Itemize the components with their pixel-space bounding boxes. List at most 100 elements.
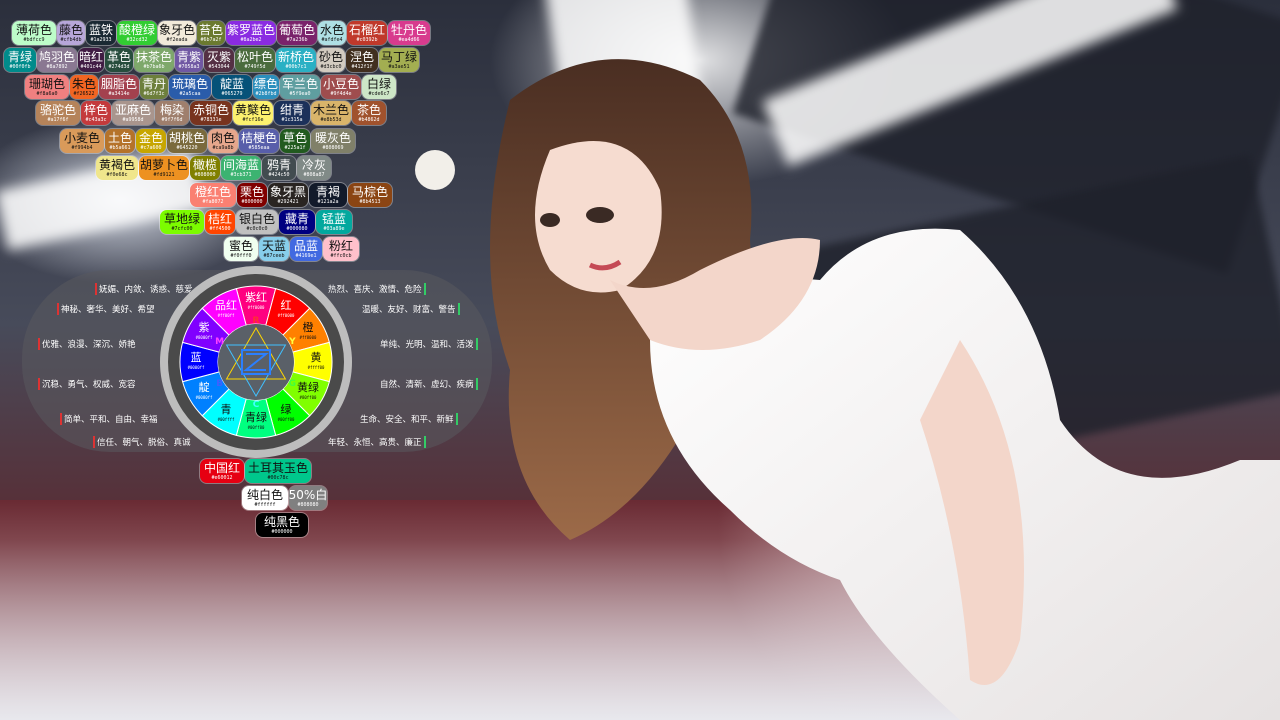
- wheel-label: 紫: [199, 321, 210, 334]
- swatch-name: 梅染: [159, 103, 184, 117]
- swatch-name: 葡萄色: [279, 23, 316, 37]
- swatch-39: 绀青 #1c315a: [274, 101, 310, 125]
- swatch-29: 缥色 #2b8fbd: [253, 75, 279, 99]
- swatch-hex: #7058a3: [178, 64, 200, 70]
- swatch-hex: #ca9a8b: [212, 145, 234, 151]
- swatch-hex: #f0fff0: [230, 253, 252, 259]
- swatch-68: 品蓝 #4169e1: [290, 237, 322, 261]
- swatch-name: 松叶色: [237, 50, 274, 64]
- keyword-left: 简单、平和、自由、幸福: [60, 413, 158, 425]
- swatch-name: 草色: [283, 131, 308, 145]
- swatch-name: 胡萝卜色: [140, 158, 189, 172]
- swatch-hex: #32cd32: [126, 37, 148, 43]
- swatch-name: 藤色: [59, 23, 84, 37]
- swatch-23: 珊瑚色 #f8a6a0: [25, 75, 69, 99]
- swatch-0: 薄荷色 #bdfcc9: [12, 21, 56, 45]
- swatch-9: 石榴红 #c0392b: [347, 21, 387, 45]
- swatch-hex: #b4862d: [358, 117, 380, 123]
- swatch-name: 珊瑚色: [28, 77, 65, 91]
- swatch-20: 砂色 #d3cbc0: [317, 48, 345, 72]
- swatch-name: 马丁绿: [381, 50, 418, 64]
- swatch-name: 黄櫱色: [235, 103, 272, 117]
- swatch-name: 象牙黑: [270, 185, 307, 199]
- swatch-hex: #121a2a: [317, 199, 339, 205]
- swatch-hex: #d3cbc0: [320, 64, 342, 70]
- swatch-hex: #f26522: [73, 91, 95, 97]
- swatch-hex: #8a7892: [46, 64, 68, 70]
- swatch-name: 薄荷色: [15, 23, 52, 37]
- swatch-26: 青丹 #6d7f3c: [140, 75, 168, 99]
- keyword-right: 单纯、光明、温和、活泼: [380, 338, 478, 350]
- wheel-label: 绿: [281, 402, 292, 416]
- swatch-48: 草色 #225a1f: [280, 129, 310, 153]
- swatch-8: 水色 #afdfe4: [318, 21, 346, 45]
- wheel-hex: #ffff00: [308, 365, 325, 370]
- swatch-35: 亚麻色 #a9958d: [112, 101, 154, 125]
- swatch-name: 茶色: [356, 103, 381, 117]
- swatch-name: 灭紫: [207, 50, 232, 64]
- swatch-hex: #fa8072: [202, 199, 224, 205]
- swatch-46: 肉色 #ca9a8b: [208, 129, 238, 153]
- swatch-2: 蓝铁 #1a2933: [86, 21, 116, 45]
- swatch-hex: #5f9ea0: [289, 91, 311, 97]
- swatch-name: 橙红色: [194, 185, 231, 199]
- swatch-55: 冷灰 #808a87: [297, 156, 331, 180]
- swatch-44: 金色 #c7a600: [136, 129, 166, 153]
- swatch-hex: #749f5d: [244, 64, 266, 70]
- swatch-hex: #a17f6f: [47, 117, 69, 123]
- swatch-18: 松叶色 #749f5d: [235, 48, 275, 72]
- swatch-hex: #f994b4: [71, 145, 93, 151]
- swatch-hex: #1c315a: [281, 117, 303, 123]
- swatch-name: 青褐: [315, 185, 340, 199]
- swatch-name: 青绿: [7, 50, 32, 64]
- swatch-51: 胡萝卜色 #fd9121: [139, 156, 189, 180]
- swatch-21: 涅色 #412f1f: [346, 48, 378, 72]
- swatch-name: 缥色: [254, 77, 279, 91]
- swatch-66: 蜜色 #f0fff0: [224, 237, 258, 261]
- swatch-hex: #c0c0c0: [246, 226, 268, 232]
- swatch-74: 纯黑色 #000000: [256, 513, 308, 537]
- swatch-hex: #000080: [286, 226, 308, 232]
- swatch-hex: #000000: [271, 529, 293, 535]
- wheel-label: 靛: [199, 380, 210, 394]
- swatch-hex: #424c50: [268, 172, 290, 178]
- wheel-letter: G: [289, 379, 296, 389]
- swatch-47: 桔梗色 #585eaa: [239, 129, 279, 153]
- woman-portrait: [415, 59, 1280, 720]
- swatch-name: 银白色: [239, 212, 276, 226]
- swatch-name: 木兰色: [313, 103, 350, 117]
- swatch-name: 砂色: [319, 50, 344, 64]
- swatch-name: 苔色: [199, 23, 224, 37]
- swatch-hex: #9f4d4e: [330, 91, 352, 97]
- swatch-name: 纯白色: [246, 488, 283, 502]
- swatch-62: 桔红 #ff4500: [205, 210, 235, 234]
- swatch-15: 抹茶色 #b7ba6b: [134, 48, 174, 72]
- swatch-40: 木兰色 #e8b53d: [311, 101, 351, 125]
- swatch-name: 鸦青: [266, 158, 291, 172]
- swatch-name: 朱色: [72, 77, 97, 91]
- swatch-hex: #543044: [208, 64, 230, 70]
- swatch-19: 新桥色 #00b7c1: [276, 48, 316, 72]
- swatch-name: 马棕色: [351, 185, 388, 199]
- swatch-name: 抹茶色: [136, 50, 173, 64]
- swatch-name: 中国红: [203, 461, 240, 475]
- swatch-17: 灭紫 #543044: [204, 48, 234, 72]
- swatch-name: 桔红: [208, 212, 233, 226]
- keyword-right: 温暖、友好、财富、警告: [362, 303, 460, 315]
- swatch-54: 鸦青 #424c50: [262, 156, 296, 180]
- swatch-hex: #ea4d66: [398, 37, 420, 43]
- swatch-64: 藏青 #000080: [279, 210, 315, 234]
- swatch-hex: #b7ba6b: [143, 64, 165, 70]
- swatch-32: 白绿 #cde6c7: [362, 75, 396, 99]
- swatch-59: 青褐 #121a2a: [309, 183, 347, 207]
- swatch-hex: #bdfcc9: [23, 37, 45, 43]
- swatch-hex: #f2eada: [166, 37, 188, 43]
- swatch-5: 苔色 #6b7a2f: [197, 21, 225, 45]
- swatch-hex: #78331e: [200, 117, 222, 123]
- swatch-hex: #c7a600: [140, 145, 162, 151]
- wheel-letter: Y: [288, 337, 296, 347]
- swatch-name: 暗红: [79, 50, 104, 64]
- swatch-57: 栗色 #800000: [237, 183, 267, 207]
- swatch-hex: #3cb371: [230, 172, 252, 178]
- swatch-hex: #b5a661: [109, 145, 131, 151]
